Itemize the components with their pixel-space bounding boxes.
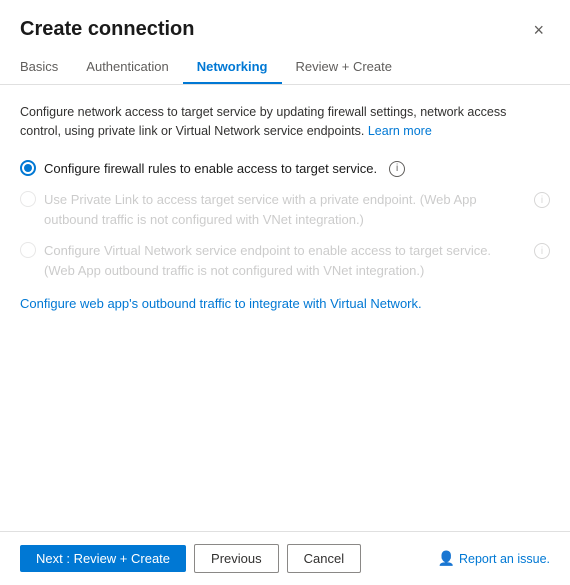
dialog-footer: Next : Review + Create Previous Cancel 👤…: [0, 531, 570, 585]
radio-firewall-indicator: [20, 160, 36, 176]
main-content: Configure network access to target servi…: [0, 85, 570, 531]
tab-bar: Basics Authentication Networking Review …: [0, 51, 570, 85]
option-firewall[interactable]: Configure firewall rules to enable acces…: [20, 159, 377, 179]
dialog-title: Create connection: [20, 18, 194, 41]
private-link-info-icon[interactable]: i: [534, 192, 550, 208]
report-issue-link[interactable]: 👤 Report an issue.: [438, 550, 550, 567]
option-firewall-label: Configure firewall rules to enable acces…: [44, 159, 377, 179]
dialog-header: Create connection ×: [0, 0, 570, 51]
tab-review-create[interactable]: Review + Create: [282, 51, 406, 84]
option-vnet-endpoint: Configure Virtual Network service endpoi…: [20, 241, 522, 280]
option-private-link: Use Private Link to access target servic…: [20, 190, 522, 229]
option-firewall-row: Configure firewall rules to enable acces…: [20, 159, 550, 179]
tab-authentication[interactable]: Authentication: [72, 51, 182, 84]
description-text: Configure network access to target servi…: [20, 103, 550, 141]
cancel-button[interactable]: Cancel: [287, 544, 361, 573]
learn-more-link[interactable]: Learn more: [368, 124, 432, 138]
option-private-link-row: Use Private Link to access target servic…: [20, 190, 550, 229]
report-issue-label: Report an issue.: [459, 552, 550, 566]
vnet-integration-link[interactable]: Configure web app's outbound traffic to …: [20, 296, 422, 311]
previous-button[interactable]: Previous: [194, 544, 279, 573]
radio-vnet-endpoint-indicator: [20, 242, 36, 258]
option-vnet-endpoint-row: Configure Virtual Network service endpoi…: [20, 241, 550, 280]
close-button[interactable]: ×: [527, 19, 550, 41]
tab-networking[interactable]: Networking: [183, 51, 282, 84]
vnet-endpoint-info-icon[interactable]: i: [534, 243, 550, 259]
tab-basics[interactable]: Basics: [20, 51, 72, 84]
next-button[interactable]: Next : Review + Create: [20, 545, 186, 572]
network-options-group: Configure firewall rules to enable acces…: [20, 159, 550, 281]
firewall-info-icon[interactable]: i: [389, 161, 405, 177]
radio-private-link-indicator: [20, 191, 36, 207]
create-connection-dialog: Create connection × Basics Authenticatio…: [0, 0, 570, 585]
option-private-link-label: Use Private Link to access target servic…: [44, 190, 522, 229]
option-vnet-endpoint-label: Configure Virtual Network service endpoi…: [44, 241, 522, 280]
report-icon: 👤: [438, 550, 455, 567]
